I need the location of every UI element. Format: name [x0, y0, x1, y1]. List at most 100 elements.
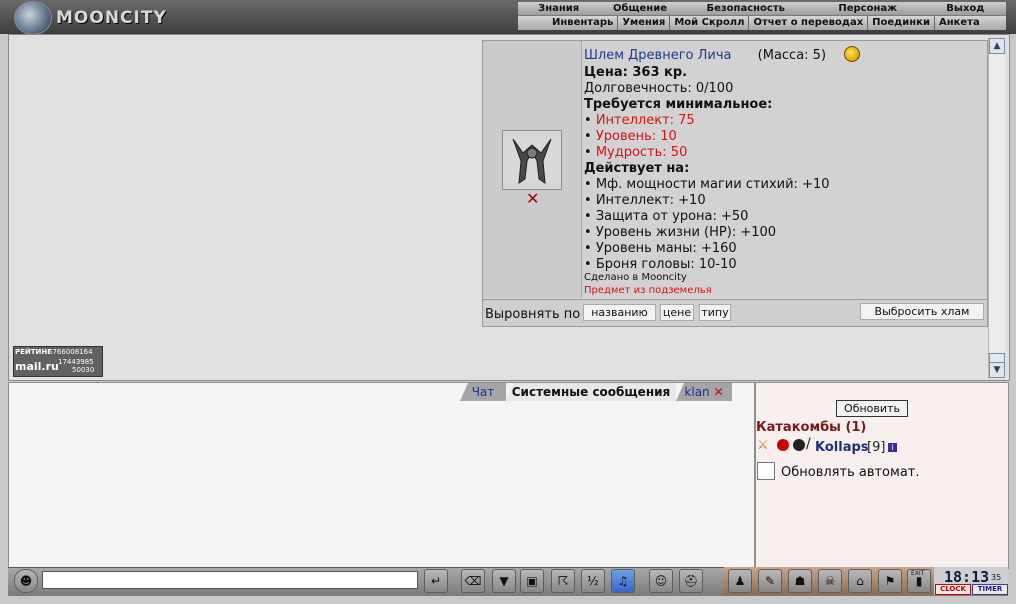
main-scrollbar[interactable]: ▲ ▼	[988, 38, 1005, 378]
item-name-link[interactable]: Шлем Древнего Лича	[584, 48, 732, 63]
submenu-battles[interactable]: Поединки	[868, 16, 935, 30]
location-title: Катакомбы (1)	[756, 420, 867, 435]
requirement-level: Уровень: 10	[595, 129, 677, 144]
info-man-icon[interactable]: ♟	[728, 569, 752, 593]
submenu-profile[interactable]: Анкета	[935, 16, 984, 30]
scroll-up-icon[interactable]: ▲	[989, 38, 1005, 54]
eraser-icon[interactable]: ⌫	[461, 569, 485, 593]
helmet-icon	[512, 138, 552, 184]
remove-item-icon[interactable]: ✕	[526, 189, 539, 208]
save-disk-icon[interactable]: ▣	[520, 569, 544, 593]
refresh-button[interactable]: Обновить	[836, 400, 908, 417]
exit-label: EXIT	[911, 570, 925, 577]
item-durability: Долговечность: 0/100	[584, 81, 734, 96]
helmet-toolbar-icon[interactable]: ⛑	[679, 569, 703, 593]
menu-item-knowledge[interactable]: Знания	[518, 2, 599, 15]
exit-door-icon[interactable]: EXIT ▮	[907, 569, 931, 593]
chat-input[interactable]	[42, 571, 418, 589]
flag-icon[interactable]: ⚑	[878, 569, 902, 593]
auto-refresh-checkbox[interactable]	[757, 462, 775, 480]
submenu-skills[interactable]: Умения	[618, 16, 671, 30]
friends-icon[interactable]: ☗	[788, 569, 812, 593]
submenu-inventory[interactable]: Инвентарь	[548, 16, 619, 30]
mailru-logo: mail.ru	[15, 360, 59, 373]
rating-count-total: 5766008164	[48, 348, 93, 356]
requirement-item: • Интеллект: 75	[584, 113, 695, 128]
player-name-link[interactable]: Kollaps	[815, 440, 869, 455]
item-origin: Предмет из подземелья	[584, 285, 712, 296]
rating-count-visits: 50030	[72, 366, 95, 374]
player-level: [9]	[867, 440, 886, 455]
head-icon[interactable]: ☻	[14, 569, 38, 593]
tab-chat[interactable]: Чат	[460, 383, 506, 401]
main-menu: Знания Общение Безопасность Персонаж Вых…	[518, 2, 1006, 15]
scroll-spell-icon[interactable]: ✎	[758, 569, 782, 593]
guild-icon: ⚔	[757, 438, 769, 453]
menu-item-communication[interactable]: Общение	[599, 2, 680, 15]
menu-item-character[interactable]: Персонаж	[811, 2, 925, 15]
effect-damage-defense: Защита от урона: +50	[595, 209, 749, 224]
effect-intellect: Интеллект: +10	[595, 193, 706, 208]
info-icon[interactable]: i	[888, 443, 897, 452]
effect-item: • Защита от урона: +50	[584, 209, 749, 224]
tab-system-messages[interactable]: Системные сообщения	[506, 383, 676, 401]
player-icons: ⚔ /	[757, 436, 815, 454]
gold-coin-icon	[844, 46, 860, 62]
rating-title: РЕЙТИНГ	[15, 348, 52, 356]
effect-head-armor: Броня головы: 10-10	[595, 257, 737, 272]
send-enter-icon[interactable]: ↵	[424, 569, 448, 593]
item-mass: (Масса: 5)	[757, 48, 827, 63]
effect-item: • Мф. мощности магии стихий: +10	[584, 177, 830, 192]
clock-panel: 18:13 35 CLOCK TIMER	[934, 567, 1008, 595]
item-price: Цена: 363 кр.	[584, 65, 688, 80]
logo-emblem-icon	[14, 1, 52, 35]
sword-icon: /	[806, 436, 811, 452]
requirement-intellect: Интеллект: 75	[595, 113, 695, 128]
effect-item: • Уровень жизни (HP): +100	[584, 225, 777, 240]
sort-by-type-button[interactable]: типу	[699, 304, 731, 321]
effect-item: • Броня головы: 10-10	[584, 257, 737, 272]
requirement-item: • Уровень: 10	[584, 129, 677, 144]
logo-text: MOONCITY	[56, 8, 167, 28]
effect-item: • Интеллект: +10	[584, 193, 706, 208]
menu-item-exit[interactable]: Выход	[925, 2, 1006, 15]
walker-icon[interactable]: ☈	[551, 569, 575, 593]
submenu-my-scroll[interactable]: Мой Скролл	[670, 16, 750, 30]
skull-icon[interactable]: ☠	[818, 569, 842, 593]
requirement-wisdom: Мудрость: 50	[595, 145, 688, 160]
tab-klan[interactable]: klan ✕	[676, 383, 732, 401]
close-tab-icon[interactable]: ✕	[714, 385, 724, 399]
clock-button[interactable]: CLOCK	[935, 584, 971, 595]
align-icon	[793, 439, 805, 451]
clock-seconds: 35	[991, 573, 1002, 582]
tab-klan-label: klan	[684, 385, 710, 399]
submenu-transfer-report[interactable]: Отчет о переводах	[749, 16, 869, 30]
sort-by-price-button[interactable]: цене	[660, 304, 694, 321]
menu-item-security[interactable]: Безопасность	[681, 2, 811, 15]
effects-title: Действует на:	[584, 161, 690, 176]
item-title-row: Шлем Древнего Лича (Масса: 5)	[584, 48, 826, 64]
effect-hp: Уровень жизни (HP): +100	[595, 225, 777, 240]
rating-counter[interactable]: РЕЙТИНГ 5766008164 17443985 50030 mail.r…	[13, 346, 103, 377]
scroll-down-icon[interactable]: ▼	[989, 362, 1005, 378]
effect-magic-power: Мф. мощности магии стихий: +10	[595, 177, 830, 192]
item-helmet-image[interactable]	[502, 130, 562, 190]
auto-refresh-label: Обновлять автомат.	[781, 465, 920, 480]
filter-icon[interactable]: ▼	[492, 569, 516, 593]
effect-item: • Уровень маны: +160	[584, 241, 737, 256]
effect-mana: Уровень маны: +160	[595, 241, 737, 256]
item-made-in: Сделано в Mooncity	[584, 272, 687, 283]
requirements-title: Требуется минимальное:	[584, 97, 773, 112]
throw-junk-button[interactable]: Выбросить хлам	[860, 303, 984, 320]
smiley-icon[interactable]: ☺	[649, 569, 673, 593]
sub-menu: Инвентарь Умения Мой Скролл Отчет о пере…	[518, 15, 1006, 30]
shop-icon[interactable]: ⌂	[848, 569, 872, 593]
rating-count-day: 17443985	[58, 358, 94, 366]
music-note-icon[interactable]: ♫	[611, 569, 635, 593]
font-size-icon[interactable]: ½	[581, 569, 605, 593]
chat-messages-area[interactable]	[8, 382, 755, 569]
sort-by-name-button[interactable]: названию	[583, 304, 656, 321]
sort-label: Выровнять по	[485, 307, 581, 322]
requirement-item: • Мудрость: 50	[584, 145, 688, 160]
timer-button[interactable]: TIMER	[972, 584, 1008, 595]
